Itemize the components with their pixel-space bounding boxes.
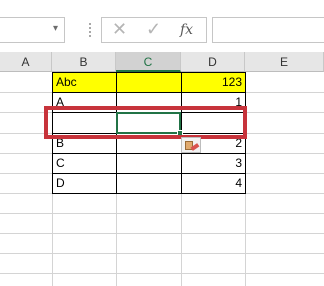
paste-options-icon[interactable] — [181, 137, 201, 153]
data-range-borders — [52, 72, 246, 194]
annotation-highlight-box — [44, 106, 247, 139]
